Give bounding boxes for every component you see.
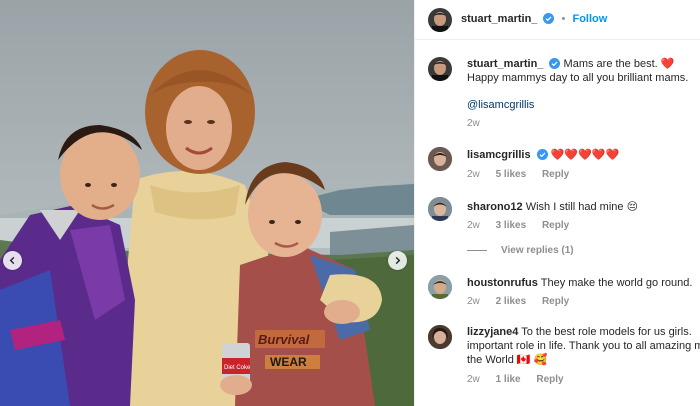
comment-row: lisamcgrillis ❤️❤️❤️❤️❤️ — [467, 148, 696, 162]
comment-likes[interactable]: 3 likes — [496, 220, 527, 231]
chevron-left-icon — [9, 256, 15, 265]
comment-row: houstonrufus They make the world go roun… — [467, 276, 696, 290]
caption-line-2: Happy mammys day to all you brilliant ma… — [467, 72, 689, 84]
chevron-right-icon — [395, 256, 401, 265]
next-photo-button[interactable] — [388, 251, 407, 270]
comment-likes[interactable]: 5 likes — [496, 169, 527, 180]
post-header: stuart_martin_ • Follow — [415, 0, 700, 40]
comment-row: lizzyjane4 To the best role models for u… — [467, 325, 696, 339]
caption-meta: 2w — [467, 118, 493, 129]
comment-text-line-3: the World 🇨🇦 🥰 — [467, 354, 548, 366]
caption-avatar[interactable] — [428, 57, 452, 81]
previous-photo-button[interactable] — [3, 251, 22, 270]
comment-username[interactable]: lisamcgrillis — [467, 149, 531, 161]
comment-username[interactable]: houstonrufus — [467, 277, 538, 289]
verified-badge-icon — [543, 13, 555, 24]
post-viewer: Burvival WEAR Diet Coke stuart_martin_ •… — [0, 0, 700, 406]
caption-time[interactable]: 2w — [467, 118, 480, 129]
comment-avatar[interactable] — [428, 275, 452, 299]
header-separator: • — [561, 13, 566, 25]
author-username[interactable]: stuart_martin_ — [461, 13, 537, 25]
comment-time[interactable]: 2w — [467, 296, 480, 307]
author-avatar[interactable] — [428, 8, 452, 32]
comment-text-line-1: To the best role models for us girls. — [521, 326, 692, 338]
comment-time[interactable]: 2w — [467, 169, 480, 180]
comment-avatar[interactable] — [428, 197, 452, 221]
comment-time[interactable]: 2w — [467, 220, 480, 231]
verified-badge-icon — [536, 149, 548, 160]
comment-avatar[interactable] — [428, 147, 452, 171]
post-photo: Burvival WEAR Diet Coke — [0, 0, 414, 406]
comment-likes[interactable]: 2 likes — [496, 296, 527, 307]
verified-badge-icon — [549, 58, 561, 69]
caption-mention-link[interactable]: @lisamcgrillis — [467, 98, 696, 112]
view-replies-button[interactable]: View replies (1) — [467, 245, 574, 256]
caption-username[interactable]: stuart_martin_ — [467, 58, 543, 70]
view-replies-line — [467, 250, 487, 251]
can-label: Diet Coke — [224, 365, 251, 371]
comment-time[interactable]: 2w — [467, 374, 480, 385]
comment-text: ❤️❤️❤️❤️❤️ — [550, 149, 620, 161]
reply-button[interactable]: Reply — [542, 220, 569, 231]
shirt-print-text: Burvival — [258, 332, 310, 347]
comment-text: They make the world go round. — [540, 277, 693, 289]
comment-meta: 2w 5 likes Reply — [467, 169, 582, 180]
comment-meta: 2w 1 like Reply — [467, 374, 577, 385]
view-replies-label: View replies (1) — [501, 245, 574, 256]
comment-meta: 2w 2 likes Reply — [467, 296, 582, 307]
comment-text-line-2: important role in life. Thank you to all… — [467, 340, 700, 352]
post-side-panel: stuart_martin_ • Follow stuart_martin_ M… — [414, 0, 700, 406]
comment-username[interactable]: lizzyjane4 — [467, 326, 518, 338]
comment-text: Wish I still had mine 😔 — [525, 201, 639, 213]
follow-button[interactable]: Follow — [572, 13, 607, 25]
reply-button[interactable]: Reply — [542, 169, 569, 180]
family-photo: Burvival WEAR Diet Coke — [0, 0, 414, 406]
caption-text: stuart_martin_ Mams are the best. ❤️ — [467, 57, 696, 71]
comment-avatar[interactable] — [428, 325, 452, 349]
comment-row: sharono12 Wish I still had mine 😔 — [467, 200, 696, 214]
comment-username[interactable]: sharono12 — [467, 201, 523, 213]
shirt-print-text-2: WEAR — [270, 355, 307, 369]
comment-likes[interactable]: 1 like — [496, 374, 521, 385]
comment-meta: 2w 3 likes Reply — [467, 220, 582, 231]
reply-button[interactable]: Reply — [536, 374, 563, 385]
reply-button[interactable]: Reply — [542, 296, 569, 307]
caption-line-1: Mams are the best. ❤️ — [563, 58, 675, 70]
